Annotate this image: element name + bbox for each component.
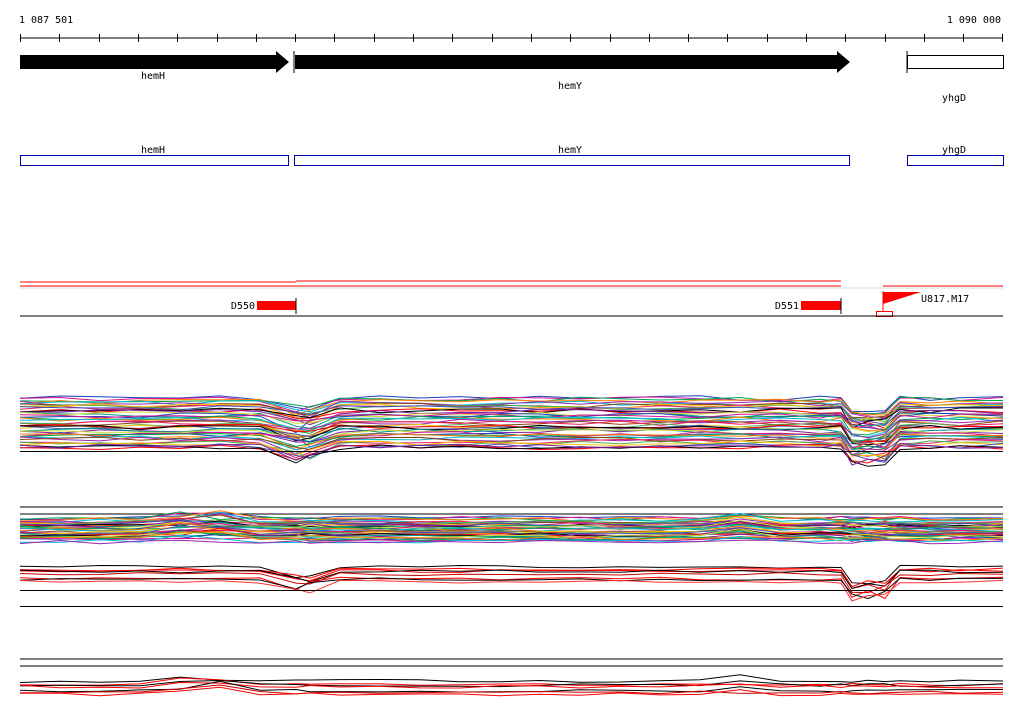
gene-box-yhgD[interactable]	[907, 55, 1004, 69]
expression-profile-panel-2	[19, 510, 1004, 545]
annotation-box-yhgD[interactable]	[907, 155, 1004, 166]
annotation-box-hemH[interactable]	[20, 155, 289, 166]
annotation-label-hemH: hemH	[141, 145, 165, 156]
expression-profile-panel-1	[19, 395, 1004, 467]
expression-profile-panel-3	[19, 564, 1004, 607]
ruler-start-label: 1 087 501	[19, 15, 73, 26]
annotation-label-yhgD: yhgD	[942, 145, 966, 156]
deletion-label-D551: D551	[775, 301, 799, 312]
insertion-label-U817.M17: U817.M17	[921, 294, 969, 305]
expression-trace	[19, 577, 1004, 600]
deletion-block-D551[interactable]	[801, 301, 841, 310]
ruler-end-label: 1 090 000	[947, 15, 1001, 26]
genome-browser-view: 1 087 501 1 090 000 hemH hemY yhgD hemH …	[19, 15, 1004, 697]
insertion-flag[interactable]	[883, 292, 921, 304]
deletion-label-D550: D550	[231, 301, 255, 312]
gene-label-hemH: hemH	[141, 71, 165, 82]
gene-label-hemY: hemY	[558, 81, 582, 92]
annotation-box-hemY[interactable]	[294, 155, 850, 166]
expression-trace	[19, 674, 1004, 683]
panel-separator	[20, 658, 1003, 667]
feature-track: D550 D551 U817.M17	[20, 280, 1003, 317]
annotation-label-hemY: hemY	[558, 145, 582, 156]
gene-track: hemH hemY yhgD	[20, 51, 1004, 104]
panel-separator	[20, 506, 1003, 515]
gene-arrow-hemH[interactable]	[20, 51, 289, 73]
gene-arrow-hemY[interactable]	[295, 51, 850, 73]
deletion-block-D550[interactable]	[257, 301, 296, 310]
expression-profile-panel-4	[19, 674, 1004, 697]
gene-label-yhgD: yhgD	[942, 93, 966, 104]
annotation-track: hemH hemY yhgD	[20, 145, 1004, 166]
coordinate-ruler: 1 087 501 1 090 000	[19, 15, 1003, 42]
